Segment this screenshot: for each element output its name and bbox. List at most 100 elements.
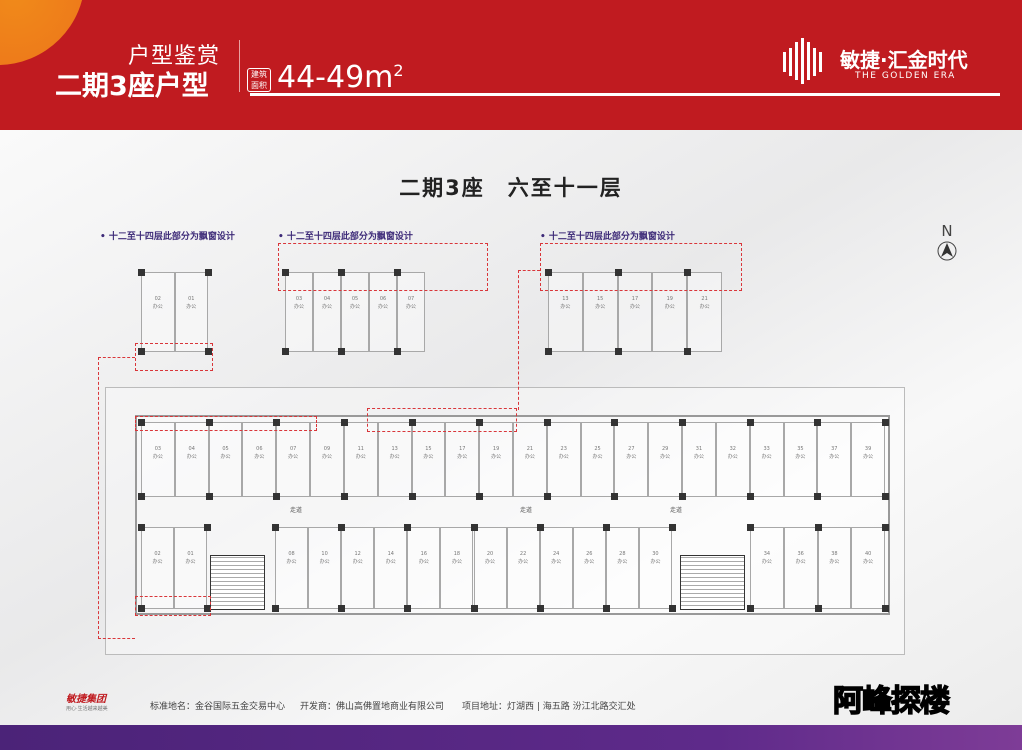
room: 28办公 bbox=[606, 527, 639, 609]
room-use: 办公 bbox=[408, 558, 439, 566]
room: 18办公 bbox=[440, 527, 473, 609]
structural-column bbox=[544, 419, 551, 426]
room-number: 35 bbox=[785, 445, 817, 453]
room-use: 办公 bbox=[649, 453, 681, 461]
room: 32办公 bbox=[716, 422, 750, 497]
room-use: 办公 bbox=[514, 453, 546, 461]
room-number: 01 bbox=[176, 295, 208, 303]
room-number: 17 bbox=[446, 445, 478, 453]
room: 08办公 bbox=[275, 527, 308, 609]
structural-column bbox=[679, 493, 686, 500]
room-use: 办公 bbox=[314, 303, 340, 311]
structural-column bbox=[338, 605, 345, 612]
brand-name-en: THE GOLDEN ERA bbox=[855, 71, 956, 81]
room-use: 办公 bbox=[342, 558, 373, 566]
room: 33办公 bbox=[750, 422, 784, 497]
room-number: 09 bbox=[311, 445, 343, 453]
bay-window-callout bbox=[367, 408, 517, 432]
room-number: 27 bbox=[615, 445, 647, 453]
room-use: 办公 bbox=[548, 453, 580, 461]
bay-window-callout bbox=[278, 243, 488, 291]
structural-column bbox=[815, 524, 822, 531]
room-number: 21 bbox=[688, 295, 721, 303]
room-use: 办公 bbox=[309, 558, 340, 566]
room-use: 办公 bbox=[342, 303, 368, 311]
room-use: 办公 bbox=[176, 453, 208, 461]
room-number: 15 bbox=[584, 295, 617, 303]
bay-window-note: • 十二至十四层此部分为飘窗设计 bbox=[100, 229, 235, 242]
room-number: 32 bbox=[717, 445, 749, 453]
room-number: 03 bbox=[142, 445, 174, 453]
room-use: 办公 bbox=[541, 558, 572, 566]
structural-column bbox=[747, 419, 754, 426]
room: 05办公 bbox=[209, 422, 243, 497]
divider bbox=[239, 40, 240, 92]
room-use: 办公 bbox=[653, 303, 686, 311]
structural-column bbox=[611, 493, 618, 500]
room-number: 37 bbox=[818, 445, 850, 453]
room-number: 11 bbox=[345, 445, 377, 453]
room: 19办公 bbox=[479, 422, 513, 497]
structural-column bbox=[747, 524, 754, 531]
bay-window-note: • 十二至十四层此部分为飘窗设计 bbox=[278, 229, 413, 242]
brand-name: 敏捷·汇金时代 bbox=[840, 44, 968, 73]
room-use: 办公 bbox=[175, 558, 206, 566]
standard-name: 标准地名：金谷国际五金交易中心 bbox=[150, 699, 285, 712]
room-number: 24 bbox=[541, 550, 572, 558]
room-number: 08 bbox=[276, 550, 307, 558]
room-use: 办公 bbox=[619, 303, 652, 311]
structural-column bbox=[138, 524, 145, 531]
room-use: 办公 bbox=[683, 453, 715, 461]
decorative-circle bbox=[0, 0, 85, 65]
room: 11办公 bbox=[344, 422, 378, 497]
plan-title: 二期3座 六至十一层 bbox=[0, 172, 1022, 202]
structural-column bbox=[338, 348, 345, 355]
room-use: 办公 bbox=[475, 558, 506, 566]
room-number: 23 bbox=[548, 445, 580, 453]
room-number: 36 bbox=[785, 550, 817, 558]
structural-column bbox=[272, 524, 279, 531]
developer: 开发商：佛山高佛置地商业有限公司 bbox=[300, 699, 444, 712]
room-number: 01 bbox=[175, 550, 206, 558]
structural-column bbox=[205, 269, 212, 276]
room-use: 办公 bbox=[480, 453, 512, 461]
room-use: 办公 bbox=[276, 558, 307, 566]
room: 03办公 bbox=[141, 422, 175, 497]
room-number: 02 bbox=[142, 295, 174, 303]
header-banner: 户型鉴赏 二期3座户型 建筑面积 44-49m2 敏捷·汇金时代 THE GOL… bbox=[0, 0, 1022, 130]
footer-bar bbox=[0, 725, 1022, 750]
room-number: 10 bbox=[309, 550, 340, 558]
stair-core bbox=[680, 555, 745, 610]
room-use: 办公 bbox=[210, 453, 242, 461]
group-slogan: 用心·生活越来越美 bbox=[66, 705, 108, 712]
structural-column bbox=[273, 493, 280, 500]
room: 01办公 bbox=[175, 272, 209, 352]
room-number: 05 bbox=[210, 445, 242, 453]
structural-column bbox=[282, 348, 289, 355]
room-number: 38 bbox=[819, 550, 851, 558]
room: 40办公 bbox=[851, 527, 885, 609]
room: 37办公 bbox=[817, 422, 851, 497]
room-use: 办公 bbox=[345, 453, 377, 461]
leader-line bbox=[518, 270, 540, 410]
room-number: 19 bbox=[653, 295, 686, 303]
room-use: 办公 bbox=[640, 558, 671, 566]
room-use: 办公 bbox=[717, 453, 749, 461]
room: 27办公 bbox=[614, 422, 648, 497]
room-use: 办公 bbox=[615, 453, 647, 461]
structural-column bbox=[476, 493, 483, 500]
room-use: 办公 bbox=[277, 453, 309, 461]
room-number: 40 bbox=[852, 550, 884, 558]
structural-column bbox=[747, 493, 754, 500]
structural-column bbox=[669, 524, 676, 531]
room-number: 04 bbox=[176, 445, 208, 453]
structural-column bbox=[882, 605, 889, 612]
structural-column bbox=[206, 493, 213, 500]
structural-column bbox=[138, 269, 145, 276]
room-number: 07 bbox=[277, 445, 309, 453]
room: 07办公 bbox=[276, 422, 310, 497]
north-arrow-icon bbox=[936, 240, 958, 262]
room-use: 办公 bbox=[413, 453, 445, 461]
room: 38办公 bbox=[818, 527, 852, 609]
room-use: 办公 bbox=[688, 303, 721, 311]
